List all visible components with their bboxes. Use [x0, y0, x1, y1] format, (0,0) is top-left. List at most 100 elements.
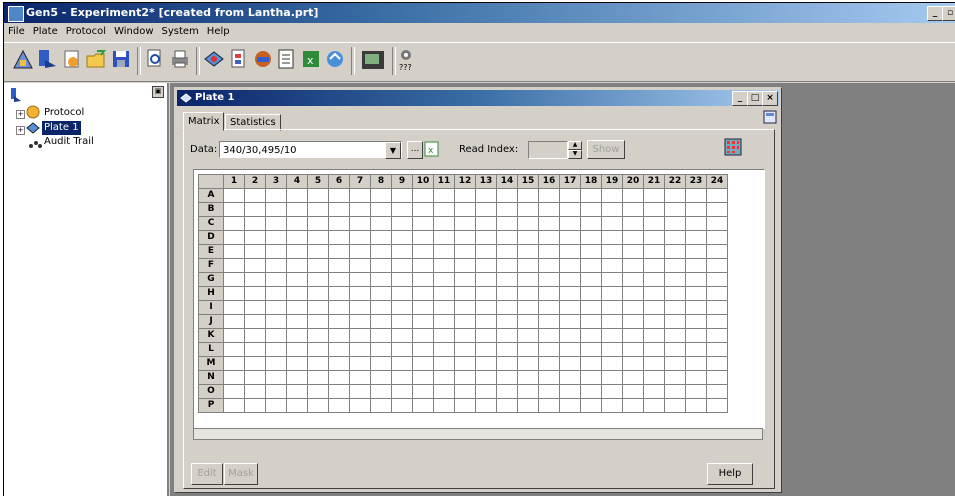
spin-down-icon[interactable]: ▼: [568, 150, 582, 159]
well-cell[interactable]: [412, 188, 434, 203]
well-cell[interactable]: [328, 342, 350, 357]
well-cell[interactable]: [328, 384, 350, 399]
well-cell[interactable]: [244, 244, 266, 259]
well-cell[interactable]: [265, 342, 287, 357]
well-cell[interactable]: [622, 202, 644, 217]
new-experiment-icon[interactable]: [36, 48, 58, 70]
well-cell[interactable]: [265, 244, 287, 259]
column-header[interactable]: 13: [475, 174, 497, 189]
well-cell[interactable]: [538, 356, 560, 371]
well-cell[interactable]: [412, 398, 434, 413]
well-cell[interactable]: [349, 286, 371, 301]
well-cell[interactable]: [307, 328, 329, 343]
well-cell[interactable]: [475, 202, 497, 217]
well-cell[interactable]: [370, 244, 392, 259]
well-cell[interactable]: [433, 398, 455, 413]
well-cell[interactable]: [559, 384, 581, 399]
well-cell[interactable]: [349, 244, 371, 259]
well-cell[interactable]: [370, 314, 392, 329]
spin-up-icon[interactable]: ▲: [568, 141, 582, 150]
restore-button[interactable]: ▫: [942, 6, 955, 21]
well-cell[interactable]: [370, 300, 392, 315]
well-cell[interactable]: [643, 216, 665, 231]
well-cell[interactable]: [433, 188, 455, 203]
well-cell[interactable]: [244, 384, 266, 399]
well-cell[interactable]: [370, 188, 392, 203]
well-cell[interactable]: [706, 356, 728, 371]
well-cell[interactable]: [685, 300, 707, 315]
calculator-icon[interactable]: [763, 110, 777, 124]
well-cell[interactable]: [664, 230, 686, 245]
well-cell[interactable]: [664, 370, 686, 385]
well-cell[interactable]: [517, 202, 539, 217]
well-cell[interactable]: [538, 272, 560, 287]
well-cell[interactable]: [643, 370, 665, 385]
well-cell[interactable]: [475, 272, 497, 287]
well-cell[interactable]: [349, 342, 371, 357]
print-preview-icon[interactable]: [144, 48, 166, 70]
well-cell[interactable]: [370, 328, 392, 343]
row-header[interactable]: K: [198, 328, 224, 343]
well-cell[interactable]: [538, 384, 560, 399]
well-cell[interactable]: [601, 342, 623, 357]
well-cell[interactable]: [559, 258, 581, 273]
well-cell[interactable]: [706, 286, 728, 301]
well-cell[interactable]: [454, 342, 476, 357]
well-cell[interactable]: [496, 328, 518, 343]
well-cell[interactable]: [223, 244, 245, 259]
well-cell[interactable]: [412, 230, 434, 245]
well-cell[interactable]: [433, 202, 455, 217]
well-cell[interactable]: [328, 328, 350, 343]
well-cell[interactable]: [622, 398, 644, 413]
well-cell[interactable]: [685, 384, 707, 399]
well-cell[interactable]: [286, 188, 308, 203]
well-cell[interactable]: [601, 230, 623, 245]
well-cell[interactable]: [475, 398, 497, 413]
well-cell[interactable]: [391, 188, 413, 203]
well-cell[interactable]: [517, 272, 539, 287]
well-cell[interactable]: [475, 230, 497, 245]
well-cell[interactable]: [286, 356, 308, 371]
well-cell[interactable]: [706, 300, 728, 315]
well-cell[interactable]: [349, 258, 371, 273]
well-cell[interactable]: [223, 328, 245, 343]
well-cell[interactable]: [643, 300, 665, 315]
well-cell[interactable]: [601, 272, 623, 287]
well-cell[interactable]: [664, 272, 686, 287]
expand-plate-icon[interactable]: +: [16, 126, 25, 135]
pin-icon[interactable]: ▣: [152, 86, 164, 98]
well-cell[interactable]: [622, 300, 644, 315]
well-cell[interactable]: [223, 384, 245, 399]
well-cell[interactable]: [244, 202, 266, 217]
well-cell[interactable]: [244, 272, 266, 287]
well-cell[interactable]: [391, 398, 413, 413]
well-cell[interactable]: [538, 244, 560, 259]
well-cell[interactable]: [517, 342, 539, 357]
well-cell[interactable]: [223, 188, 245, 203]
well-cell[interactable]: [538, 342, 560, 357]
well-cell[interactable]: [517, 258, 539, 273]
well-cell[interactable]: [244, 356, 266, 371]
well-cell[interactable]: [433, 328, 455, 343]
well-cell[interactable]: [496, 216, 518, 231]
well-cell[interactable]: [496, 370, 518, 385]
well-cell[interactable]: [664, 342, 686, 357]
print-icon[interactable]: [169, 48, 191, 70]
well-cell[interactable]: [475, 286, 497, 301]
column-header[interactable]: 18: [580, 174, 602, 189]
well-cell[interactable]: [580, 188, 602, 203]
well-cell[interactable]: [580, 244, 602, 259]
well-cell[interactable]: [538, 328, 560, 343]
well-cell[interactable]: [685, 230, 707, 245]
well-cell[interactable]: [517, 328, 539, 343]
well-cell[interactable]: [244, 230, 266, 245]
well-cell[interactable]: [307, 202, 329, 217]
well-cell[interactable]: [664, 356, 686, 371]
well-cell[interactable]: [223, 356, 245, 371]
well-cell[interactable]: [475, 370, 497, 385]
well-cell[interactable]: [307, 188, 329, 203]
well-cell[interactable]: [286, 258, 308, 273]
plate-view-icon[interactable]: [724, 138, 742, 156]
well-cell[interactable]: [601, 258, 623, 273]
column-header[interactable]: 8: [370, 174, 392, 189]
